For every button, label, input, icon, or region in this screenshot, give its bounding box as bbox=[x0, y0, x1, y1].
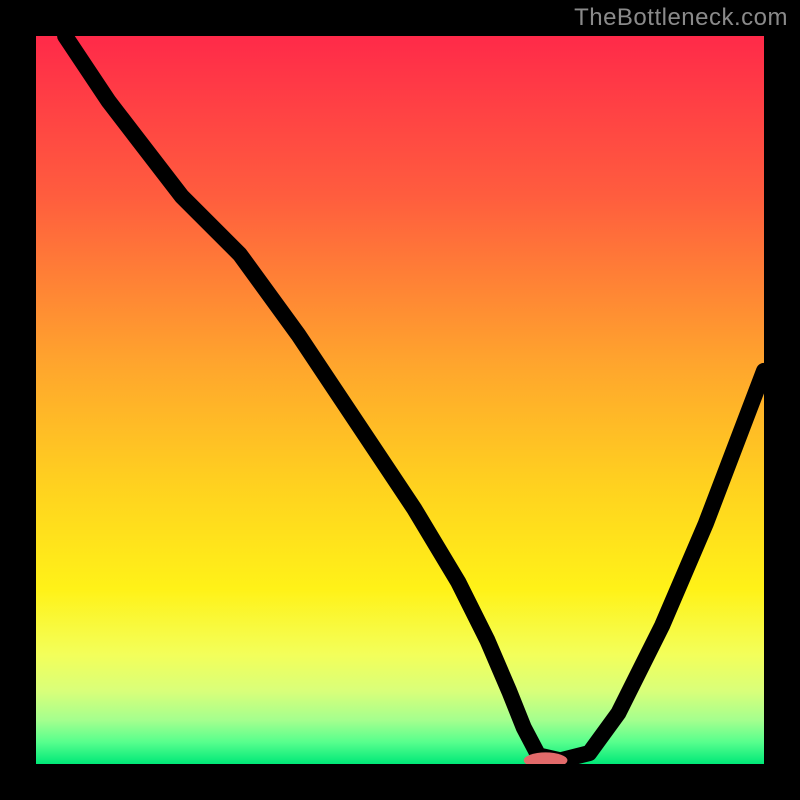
chart-plot bbox=[36, 36, 764, 764]
chart-frame: TheBottleneck.com bbox=[0, 0, 800, 800]
watermark-label: TheBottleneck.com bbox=[574, 4, 788, 32]
